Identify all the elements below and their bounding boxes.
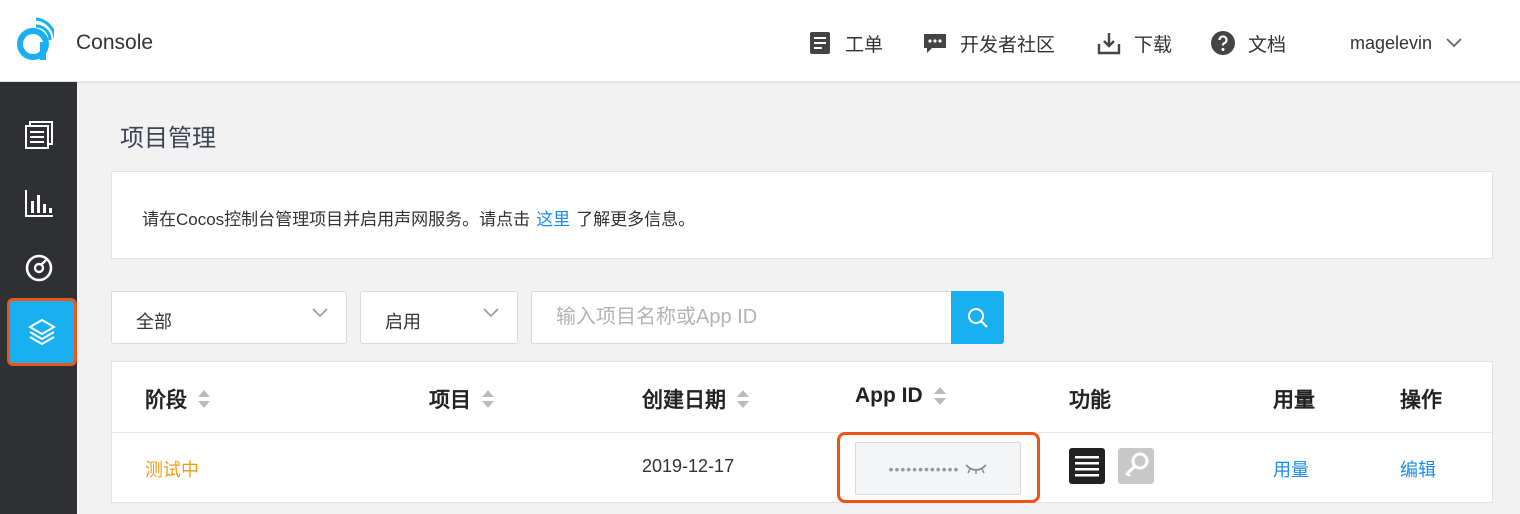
- sort-icon[interactable]: [933, 386, 947, 406]
- column-header-label: 用量: [1273, 389, 1315, 412]
- sidebar-item-analytics[interactable]: [8, 174, 70, 232]
- column-header-label: 创建日期: [642, 389, 726, 412]
- nav-download-label: 下载: [1134, 34, 1173, 56]
- column-header-label: 阶段: [145, 389, 187, 412]
- document-feature-icon[interactable]: [1069, 448, 1105, 484]
- notice-text-before: 请在Cocos控制台管理项目并启用声网服务。请点击: [142, 210, 531, 229]
- usage-link[interactable]: 用量: [1273, 456, 1309, 482]
- app-id-highlight: [837, 432, 1040, 503]
- notice-text-after: 了解更多信息。: [576, 210, 696, 229]
- column-header-label: App ID: [855, 384, 923, 407]
- column-header-created[interactable]: 创建日期: [642, 384, 750, 414]
- projects-table: 阶段 项目 创建日期 App ID 功能 用量 操作 测试中 2019-12-1…: [111, 361, 1493, 503]
- community-icon: [924, 34, 946, 53]
- stage-status: 测试中: [145, 460, 199, 480]
- info-notice: 请在Cocos控制台管理项目并启用声网服务。请点击 这里 了解更多信息。: [111, 171, 1493, 259]
- project-search-input[interactable]: [531, 291, 951, 344]
- status-filter-value: 启用: [385, 312, 421, 332]
- edit-link[interactable]: 编辑: [1400, 456, 1436, 482]
- nav-ticket[interactable]: 工单: [807, 30, 883, 56]
- sort-icon[interactable]: [736, 389, 750, 409]
- ticket-icon: [810, 32, 830, 54]
- sort-icon[interactable]: [481, 389, 495, 409]
- notice-text: 请在Cocos控制台管理项目并启用声网服务。请点击 这里 了解更多信息。: [142, 205, 695, 230]
- sort-icon[interactable]: [197, 389, 211, 409]
- column-header-usage: 用量: [1273, 384, 1315, 414]
- page-title: 项目管理: [120, 125, 216, 152]
- nav-community-label: 开发者社区: [960, 34, 1056, 56]
- list-icon: [25, 121, 53, 149]
- layers-icon: [28, 318, 56, 346]
- column-header-project[interactable]: 项目: [429, 384, 495, 414]
- column-header-stage[interactable]: 阶段: [145, 384, 211, 414]
- nav-docs-label: 文档: [1248, 34, 1287, 56]
- column-header-label: 项目: [429, 389, 471, 412]
- brand-name[interactable]: Console: [76, 31, 153, 55]
- key-feature-icon[interactable]: [1118, 448, 1154, 484]
- nav-download[interactable]: 下载: [1096, 30, 1172, 56]
- chevron-down-icon: [483, 308, 499, 318]
- sidebar-item-projects-list[interactable]: [8, 106, 70, 164]
- bar-chart-icon: [25, 190, 53, 217]
- stage-filter-select[interactable]: 全部: [111, 291, 347, 344]
- download-icon: [1097, 33, 1121, 55]
- column-header-app-id[interactable]: App ID: [855, 384, 947, 408]
- user-menu[interactable]: magelevin: [1350, 30, 1462, 56]
- nav-docs[interactable]: 文档: [1210, 30, 1286, 56]
- chevron-down-icon: [1446, 38, 1462, 48]
- notice-link-here[interactable]: 这里: [536, 210, 570, 229]
- nav-ticket-label: 工单: [845, 34, 884, 56]
- column-header-label: 功能: [1069, 389, 1111, 412]
- help-icon: [1211, 31, 1235, 55]
- chevron-down-icon: [312, 308, 328, 318]
- column-header-actions: 操作: [1400, 384, 1442, 414]
- agora-logo-icon[interactable]: [14, 16, 54, 62]
- search-icon: [967, 307, 988, 328]
- column-header-features: 功能: [1069, 384, 1111, 414]
- username: magelevin: [1350, 32, 1433, 53]
- search-button[interactable]: [951, 291, 1004, 344]
- table-header: 阶段 项目 创建日期 App ID 功能 用量 操作: [112, 362, 1492, 433]
- gauge-icon: [25, 254, 53, 282]
- top-bar: Console 工单 开发者社区 下载 文档 magelevin: [0, 0, 1520, 82]
- sidebar-item-project-management[interactable]: [7, 298, 77, 366]
- nav-community[interactable]: 开发者社区: [922, 30, 1055, 56]
- sidebar: [0, 82, 77, 514]
- status-filter-select[interactable]: 启用: [360, 291, 518, 344]
- column-header-label: 操作: [1400, 389, 1442, 412]
- stage-filter-value: 全部: [136, 312, 172, 332]
- sidebar-item-monitor[interactable]: [8, 239, 70, 297]
- created-date: 2019-12-17: [642, 456, 735, 476]
